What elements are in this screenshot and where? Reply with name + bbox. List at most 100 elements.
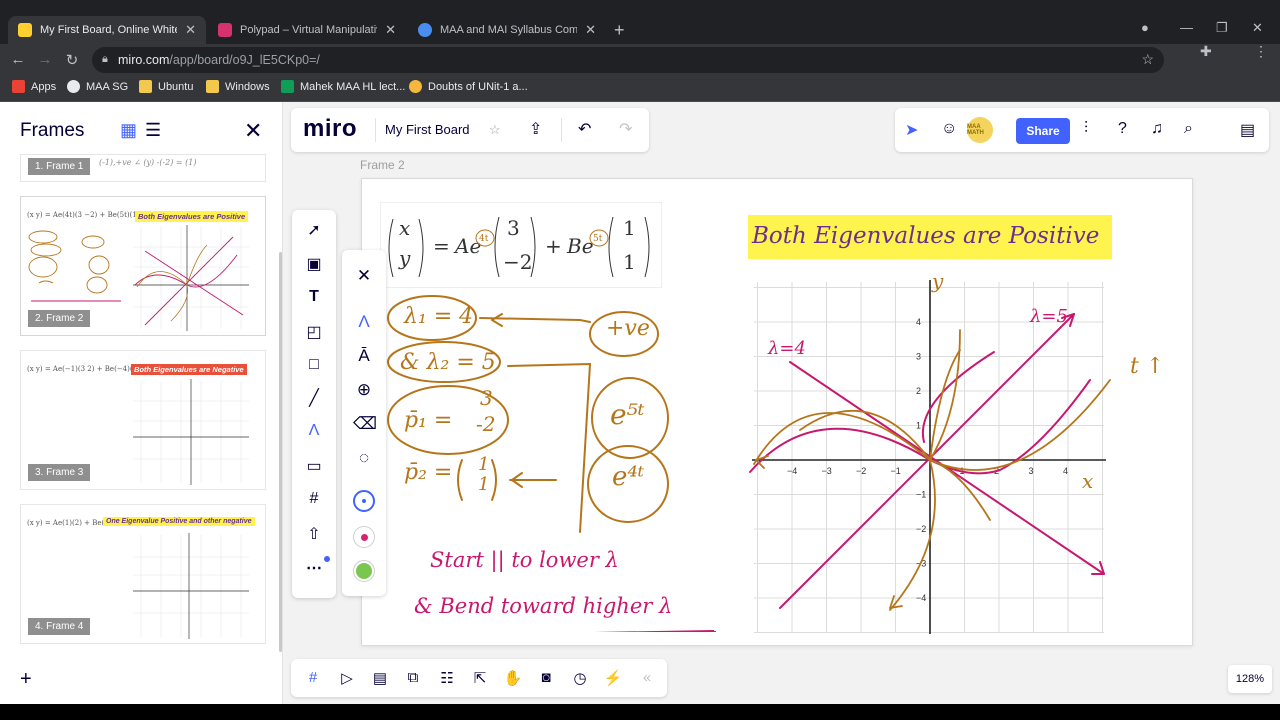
cards-icon[interactable]: ☷ xyxy=(437,669,457,687)
tab-title: Polypad – Virtual Manipulatives xyxy=(240,24,377,36)
apps-lightning-icon[interactable]: ⚡ xyxy=(603,669,623,687)
pen-tool-icon[interactable]: Λ xyxy=(304,422,324,440)
add-collaborator-icon[interactable]: ☺ xyxy=(941,120,957,138)
plus-ve-note[interactable]: +ve xyxy=(606,316,650,341)
frame-card-2[interactable]: (x y) = Ae(4t)(3 −2) + Be(5t)(1 1) Both … xyxy=(20,196,266,336)
phase-portrait-graph[interactable]: −4 −3 −2 −1 1 2 3 4 4321−1−2−3−4 λ=4 λ=5 x y xyxy=(746,274,1112,638)
lambda2-note[interactable]: & λ₂ = 5 xyxy=(400,350,496,375)
line-tool-icon[interactable]: ╱ xyxy=(304,388,324,408)
tab-search-icon[interactable]: ● xyxy=(1141,20,1149,35)
screen-share-icon[interactable]: ⧉ xyxy=(403,669,423,686)
export-upload-icon[interactable]: ⇪ xyxy=(529,119,542,139)
p2-note[interactable]: p̄₂ = xyxy=(404,460,452,485)
zoom-level[interactable]: 128% xyxy=(1228,665,1272,693)
color-swatch-selected[interactable] xyxy=(353,490,375,512)
current-frame-label[interactable]: Frame 2 xyxy=(360,158,405,172)
lasso-icon[interactable]: ◌ xyxy=(353,448,375,468)
eraser-icon[interactable]: ⌫ xyxy=(353,414,377,434)
e4t-note[interactable]: e⁴ᵗ xyxy=(612,462,644,492)
user-avatar[interactable]: MAA MATH xyxy=(967,117,993,143)
select-cursor-icon[interactable]: ➚ xyxy=(304,220,324,240)
text-tool-icon[interactable]: T xyxy=(304,288,324,306)
comment-icon[interactable]: ▭ xyxy=(304,456,324,476)
list-view-icon[interactable]: ☰ xyxy=(145,120,161,141)
x-tick-label: 3 xyxy=(1029,466,1034,476)
bookmark-ubuntu[interactable]: Ubuntu xyxy=(139,80,193,93)
board-name[interactable]: My First Board xyxy=(385,122,470,137)
timer-icon[interactable]: ◷ xyxy=(570,669,590,687)
new-tab-plus-icon[interactable]: + xyxy=(614,20,625,41)
frame-tool-icon[interactable]: # xyxy=(304,490,324,508)
add-frame-plus-icon[interactable]: + xyxy=(20,668,32,691)
chrome-menu-icon[interactable]: ⋮ xyxy=(1254,43,1270,59)
upload-icon[interactable]: ⇧ xyxy=(304,524,324,544)
lambda1-note[interactable]: λ₁ = 4 xyxy=(404,304,473,329)
color-swatch-green[interactable] xyxy=(353,560,375,582)
color-swatch-red[interactable] xyxy=(353,526,375,548)
cursor-follow-icon[interactable]: ➤ xyxy=(905,120,918,140)
redo-icon[interactable]: ↷ xyxy=(619,119,632,139)
minimize-icon[interactable]: — xyxy=(1180,20,1193,35)
equation-image[interactable]: x y = Ae 4t 3 −2 + Be 5t 1 1 xyxy=(380,202,662,288)
sticky-note-icon[interactable]: ◰ xyxy=(304,322,324,342)
frame-card-1[interactable]: (-1),+ve ∠ (y) -(-2) = (1) 1. Frame 1 xyxy=(20,154,266,182)
video-call-icon[interactable]: ◙ xyxy=(536,669,556,686)
tab-syllabus[interactable]: MAA and MAI Syllabus Combined ✕ xyxy=(408,16,606,44)
bookmark-mahek[interactable]: Mahek MAA HL lect... xyxy=(281,80,405,93)
miro-logo[interactable]: miro xyxy=(303,115,357,143)
x-tick-label: 4 xyxy=(1063,466,1068,476)
start-note[interactable]: Start || to lower λ xyxy=(430,548,619,572)
bend-note[interactable]: & Bend toward higher λ xyxy=(414,594,672,618)
smart-drawing-icon[interactable]: ⊕ xyxy=(353,380,375,400)
notifications-bell-icon[interactable]: ♫ xyxy=(1151,120,1163,138)
tab-polypad[interactable]: Polypad – Virtual Manipulatives ✕ xyxy=(208,16,406,44)
embed-icon[interactable]: ⇱ xyxy=(470,669,490,687)
more-tools-icon[interactable]: ⋯ xyxy=(304,558,324,578)
close-panel-icon[interactable]: ✕ xyxy=(244,118,262,144)
p1-top-value: 3 xyxy=(480,386,493,410)
comments-icon[interactable]: ▤ xyxy=(370,669,390,687)
maximize-icon[interactable]: ❐ xyxy=(1216,20,1228,36)
reload-icon[interactable]: ↻ xyxy=(63,51,81,69)
banner-sticky[interactable]: Both Eigenvalues are Positive xyxy=(748,215,1112,259)
close-tab-icon[interactable]: ✕ xyxy=(385,22,396,38)
bookmark-star-icon[interactable]: ☆ xyxy=(1141,51,1154,68)
frames-icon[interactable]: # xyxy=(303,669,323,686)
pen-icon[interactable]: Λ xyxy=(353,312,375,332)
back-arrow-icon[interactable]: ← xyxy=(9,51,27,68)
url-input[interactable]: 🔒︎ miro.com/app/board/o9J_lE5CKp0=/ ☆ xyxy=(92,47,1164,73)
forward-arrow-icon[interactable]: → xyxy=(36,51,54,68)
templates-icon[interactable]: ▣ xyxy=(304,254,324,274)
extensions-puzzle-icon[interactable]: ✚ xyxy=(1200,43,1216,59)
settings-sliders-icon[interactable]: ⫶ xyxy=(1084,120,1088,138)
bookmark-windows[interactable]: Windows xyxy=(206,80,270,93)
help-icon[interactable]: ? xyxy=(1118,120,1127,138)
close-subtoolbar-icon[interactable]: ✕ xyxy=(353,266,375,286)
undo-icon[interactable]: ↶ xyxy=(578,119,591,139)
close-window-icon[interactable]: ✕ xyxy=(1252,20,1263,36)
panel-scrollbar[interactable] xyxy=(279,252,282,652)
close-tab-icon[interactable]: ✕ xyxy=(185,22,196,38)
t-arrow-note[interactable]: t ↑ xyxy=(1130,354,1164,379)
collapse-icon[interactable]: « xyxy=(637,669,657,686)
notes-panel-icon[interactable]: ▤ xyxy=(1240,120,1255,140)
grid-view-icon[interactable]: ▦ xyxy=(120,120,137,141)
marker-icon[interactable]: Ā xyxy=(353,346,375,366)
vote-thumb-icon[interactable]: ✋ xyxy=(503,669,523,687)
present-icon[interactable]: ▷ xyxy=(337,669,357,687)
bookmark-maa-sg[interactable]: MAA SG xyxy=(67,80,128,93)
star-icon[interactable]: ☆ xyxy=(489,122,501,138)
miro-favicon-icon xyxy=(18,23,32,37)
p1-note[interactable]: p̄₁ = xyxy=(404,408,452,433)
share-button[interactable]: Share xyxy=(1016,118,1070,144)
bookmark-apps[interactable]: Apps xyxy=(12,80,56,93)
bookmarks-bar: Apps MAA SG Ubuntu Windows Mahek MAA HL … xyxy=(0,76,1280,102)
tab-miro[interactable]: My First Board, Online Whiteboard ✕ xyxy=(8,16,206,44)
shape-tool-icon[interactable]: □ xyxy=(304,356,324,374)
frame-card-3[interactable]: (x y) = Ae(−1)(3 2) + Be(−4)(1 −1) Both … xyxy=(20,350,266,490)
e5t-note[interactable]: e⁵ᵗ xyxy=(610,398,645,431)
search-icon[interactable]: ⌕ xyxy=(1184,120,1193,138)
close-tab-icon[interactable]: ✕ xyxy=(585,22,596,38)
bookmark-doubts[interactable]: Doubts of UNit-1 a... xyxy=(409,80,528,93)
frame-card-4[interactable]: (x y) = Ae(1)(2) + Be(−1)(1 −1) One Eige… xyxy=(20,504,266,644)
